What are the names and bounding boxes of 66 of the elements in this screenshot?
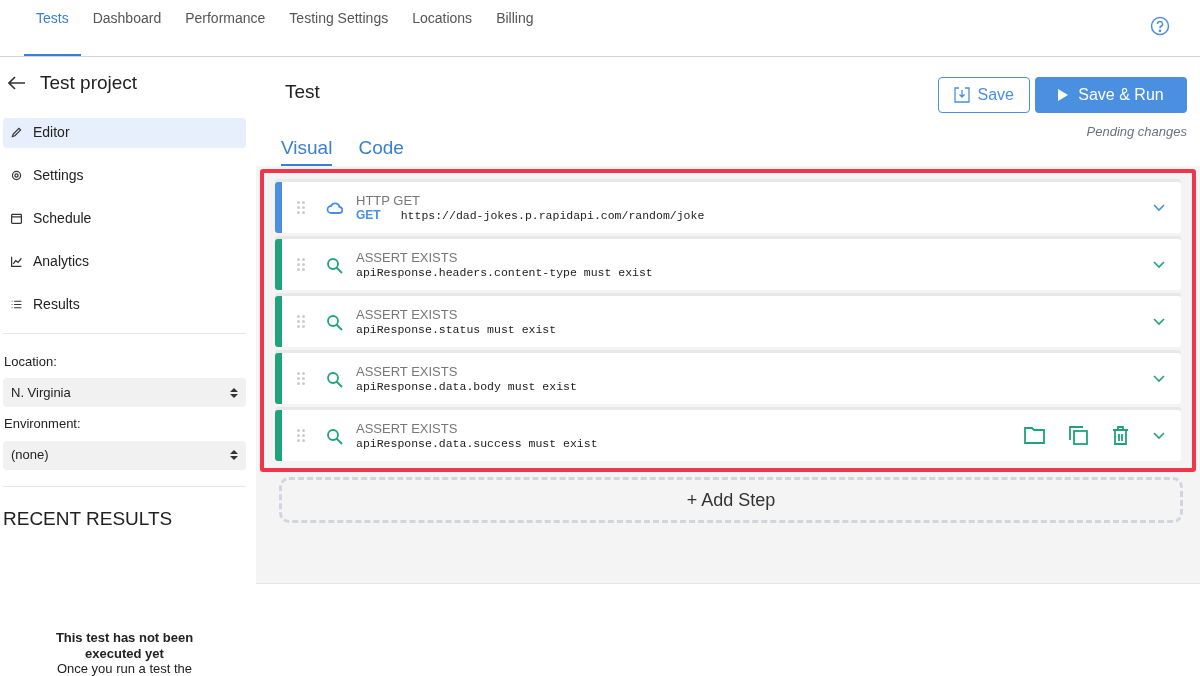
drag-handle-icon[interactable] [297,429,305,442]
drag-handle-icon[interactable] [297,258,305,271]
step-detail: apiResponse.data.success must exist [356,435,598,451]
chevron-down-icon[interactable] [1153,374,1165,383]
step-card[interactable]: ASSERT EXISTS apiResponse.status must exist [275,296,1181,347]
drag-handle-icon[interactable] [297,201,305,214]
sidebar-item[interactable]: Results [3,289,246,320]
chevron-down-icon[interactable] [1153,317,1165,326]
step-title: ASSERT EXISTS [356,363,459,379]
gear-icon [10,169,23,182]
empty-title: This test has not been executed yet [54,630,195,662]
step-detail: apiResponse.data.body must exist [356,378,577,394]
folder-icon[interactable] [1024,426,1045,444]
chevron-down-icon[interactable] [1153,431,1165,440]
play-icon [1058,89,1069,101]
search-icon [325,369,343,388]
drag-handle-icon[interactable] [297,372,305,385]
search-icon [325,312,343,331]
trash-icon[interactable] [1112,426,1129,445]
step-title: ASSERT EXISTS [356,306,459,322]
step-title: HTTP GET [356,192,422,208]
nav-tab[interactable]: Performance [173,0,278,56]
drag-handle-icon[interactable] [297,315,305,328]
calendar-icon [10,212,23,225]
nav-tab[interactable]: Billing [484,0,546,56]
nav-tab[interactable]: Testing Settings [277,0,401,56]
search-icon [325,255,343,274]
sidebar-item[interactable]: Schedule [3,203,246,234]
nav-tab[interactable]: Locations [400,0,485,56]
pencil-icon [10,126,23,139]
sort-arrows-icon [230,387,238,398]
select-field[interactable]: N. Virginia [3,378,246,407]
download-icon [953,87,970,103]
add-step-button[interactable]: + Add Step [279,477,1183,523]
empty-text: Once you run a test the [55,662,194,676]
nav-tab[interactable]: Dashboard [80,0,174,56]
field-label: Environment: [3,415,82,433]
back-arrow-icon[interactable] [8,76,26,91]
sidebar-item[interactable]: Settings [3,160,246,191]
editor-tab[interactable]: Code [358,133,404,166]
select-field[interactable]: (none) [3,440,246,470]
step-detail: https://dad-jokes.p.rapidapi.com/random/joke [400,207,705,223]
sidebar-item[interactable]: Analytics [3,246,246,277]
chart-icon [10,255,23,268]
field-label: Location: [3,352,58,371]
sidebar-item[interactable]: Editor [3,117,246,148]
chevron-down-icon[interactable] [1153,260,1165,269]
step-card[interactable]: ASSERT EXISTS apiResponse.data.body must exist [275,353,1181,404]
nav-tab[interactable]: Tests [24,0,81,56]
step-title: ASSERT EXISTS [356,420,459,436]
chevron-down-icon[interactable] [1153,203,1165,212]
step-card[interactable]: HTTP GET GET https://dad-jokes.p.rapidapi.com/random/joke [275,182,1181,233]
copy-icon[interactable] [1069,426,1088,445]
step-title: ASSERT EXISTS [356,249,459,265]
step-detail: apiResponse.headers.content-type must exist [356,264,653,280]
test-title: Test [285,80,320,104]
step-card[interactable]: ASSERT EXISTS apiResponse.headers.content-type must exist [275,239,1181,290]
section-heading: RECENT RESULTS [3,506,174,531]
project-title: Test project [40,71,138,95]
help-icon[interactable] [1150,16,1170,36]
status-text: Pending changes [1086,123,1187,141]
sort-arrows-icon [230,450,238,460]
search-icon [325,426,343,445]
step-card[interactable]: ASSERT EXISTS apiResponse.data.success must exist [275,410,1181,461]
step-detail: apiResponse.status must exist [356,321,557,337]
http-method: GET [356,207,381,223]
